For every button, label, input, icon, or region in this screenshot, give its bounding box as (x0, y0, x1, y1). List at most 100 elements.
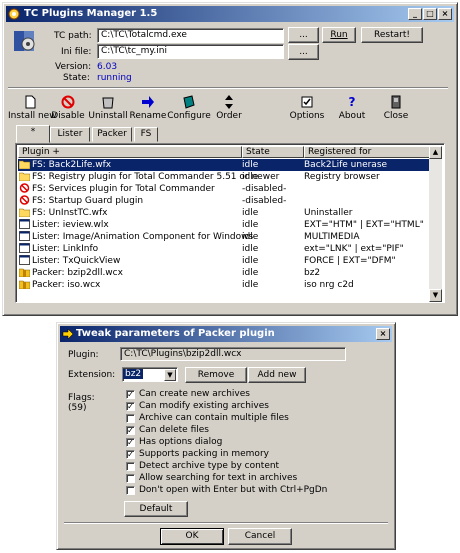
table-row[interactable]: FS: Registry plugin for Total Commander … (18, 171, 432, 183)
plugin-name-cell: FS: Startup Guard plugin (32, 196, 144, 206)
registered-cell: bz2 (304, 268, 321, 278)
up-down-arrows-icon (222, 95, 236, 109)
state-cell: idle (242, 256, 259, 266)
flag-label[interactable]: Detect archive type by content (139, 461, 279, 471)
plugin-name-cell: FS: UnInstTC.wfx (32, 208, 108, 218)
ini-label: Ini file: (61, 47, 92, 57)
flag-label[interactable]: Don't open with Enter but with Ctrl+PgDn (139, 485, 327, 495)
extension-label: Extension: (68, 370, 116, 380)
table-row[interactable]: Lister: Image/Animation Component for Wi… (18, 231, 432, 243)
column-header-plugin[interactable]: Plugin + (18, 146, 242, 158)
disable-button[interactable]: Disable (46, 95, 90, 121)
state-cell: idle (242, 160, 259, 170)
table-row[interactable]: FS: Back2Life.wfx idle Back2Life unerase (18, 159, 432, 171)
close-window-button[interactable]: × (438, 8, 452, 20)
table-row[interactable]: Lister: LinkInfo idle ext="LNK" | ext="PIF… (18, 243, 432, 255)
flag-checkbox[interactable]: ✓ (126, 402, 135, 411)
minimize-button[interactable]: _ (408, 8, 422, 20)
divider (8, 87, 448, 89)
folder-icon (18, 159, 31, 170)
add-new-button[interactable]: Add new (248, 367, 306, 383)
plugin-name-cell: Lister: Image/Animation Component for Wi… (32, 232, 254, 242)
maximize-button[interactable]: □ (423, 8, 437, 20)
prohibited-icon (61, 95, 75, 109)
ini-browse-button[interactable]: ... (288, 44, 319, 60)
flag-checkbox[interactable]: ✓ (126, 426, 135, 435)
folder-icon (18, 171, 31, 182)
door-icon (389, 95, 403, 109)
remove-button[interactable]: Remove (185, 367, 247, 383)
plugin-name-cell: FS: Services plugin for Total Commander (32, 184, 215, 194)
tab-packer[interactable]: Packer (92, 127, 132, 142)
extension-select[interactable]: bz2 ▼ (122, 367, 178, 382)
column-header-state[interactable]: State (242, 146, 304, 158)
app-icon (8, 8, 20, 20)
options-button[interactable]: Options (285, 95, 329, 121)
main-titlebar[interactable]: TC Plugins Manager 1.5 _ □ × (6, 6, 454, 22)
scroll-down-button[interactable]: ▼ (429, 289, 442, 302)
configure-button[interactable]: Configure (167, 95, 211, 121)
registered-cell: Back2Life unerase (304, 160, 388, 170)
flag-label[interactable]: Can delete files (139, 425, 209, 435)
flags-label: Flags: (68, 393, 95, 403)
table-row[interactable]: FS: UnInstTC.wfx idle Uninstaller (18, 207, 432, 219)
extension-value: bz2 (123, 369, 144, 379)
flag-label[interactable]: Supports packing in memory (139, 449, 269, 459)
table-row[interactable]: Packer: iso.wcx idle iso nrg c2d (18, 279, 432, 291)
flag-label[interactable]: Can create new archives (139, 389, 250, 399)
state-cell: -disabled- (242, 196, 287, 206)
table-row[interactable]: FS: Services plugin for Total Commander -… (18, 183, 432, 195)
restart-button[interactable]: Restart! (361, 27, 423, 43)
flag-label[interactable]: Allow searching for text in archives (139, 473, 297, 483)
plugin-list[interactable]: Plugin + State Registered for FS: Back2L… (15, 143, 445, 303)
order-button[interactable]: Order (207, 95, 251, 121)
cancel-button[interactable]: Cancel (228, 528, 292, 545)
flag-checkbox[interactable]: ✓ (126, 450, 135, 459)
ok-button[interactable]: OK (160, 528, 224, 545)
flag-checkbox[interactable] (126, 414, 135, 423)
tab-fs[interactable]: FS (134, 127, 158, 142)
tc-gear-icon (14, 31, 35, 51)
state-label: State: (63, 73, 90, 83)
flag-checkbox[interactable]: ✓ (126, 390, 135, 399)
dialog-close-button[interactable]: × (376, 328, 390, 340)
tab-lister[interactable]: Lister (50, 127, 90, 142)
plugin-name-cell: Lister: LinkInfo (32, 244, 99, 254)
tcpath-browse-button[interactable]: ... (288, 27, 319, 43)
close-button[interactable]: Close (374, 95, 418, 121)
state-cell: -disabled- (242, 184, 287, 194)
table-row[interactable]: Lister: TxQuickView idle FORCE | EXT="DFM" (18, 255, 432, 267)
dialog-title: Tweak parameters of Packer plugin (76, 328, 275, 339)
plugin-name-cell: Packer: iso.wcx (32, 280, 101, 290)
uninstall-button[interactable]: Uninstall (86, 95, 130, 121)
column-header-registered[interactable]: Registered for (304, 146, 432, 158)
flag-checkbox[interactable] (126, 474, 135, 483)
window-icon (19, 231, 30, 241)
new-file-icon (23, 95, 37, 109)
book-icon (182, 95, 196, 109)
tab-all[interactable]: * (16, 125, 50, 143)
flag-checkbox[interactable] (126, 462, 135, 471)
vertical-scrollbar[interactable]: ▲ ▼ (429, 146, 442, 302)
registered-cell: EXT="HTM" | EXT="HTML" (304, 220, 424, 230)
scroll-up-button[interactable]: ▲ (429, 146, 442, 159)
table-row[interactable]: Lister: ieview.wlx idle EXT="HTM" | EXT="H… (18, 219, 432, 231)
rename-button[interactable]: Rename (126, 95, 170, 121)
about-button[interactable]: ? About (330, 95, 374, 121)
tcpath-field[interactable]: C:\TC\Totalcmd.exe (97, 28, 284, 43)
flag-label[interactable]: Archive can contain multiple files (139, 413, 289, 423)
flag-checkbox[interactable] (126, 486, 135, 495)
table-row[interactable]: FS: Startup Guard plugin -disabled- (18, 195, 432, 207)
table-row[interactable]: Packer: bzip2dll.wcx idle bz2 (18, 267, 432, 279)
prohibited-icon (19, 183, 30, 193)
flag-label[interactable]: Can modify existing archives (139, 401, 269, 411)
flag-checkbox[interactable]: ✓ (126, 438, 135, 447)
chevron-down-icon[interactable]: ▼ (164, 369, 176, 381)
folder-icon (18, 207, 31, 218)
ini-field[interactable]: C:\TC\tc_my.ini (97, 44, 284, 59)
archive-folder-icon (18, 267, 31, 278)
flag-label[interactable]: Has options dialog (139, 437, 222, 447)
default-button[interactable]: Default (124, 501, 188, 517)
run-button[interactable]: Run (322, 27, 356, 43)
dialog-titlebar[interactable]: Tweak parameters of Packer plugin × (60, 326, 392, 342)
